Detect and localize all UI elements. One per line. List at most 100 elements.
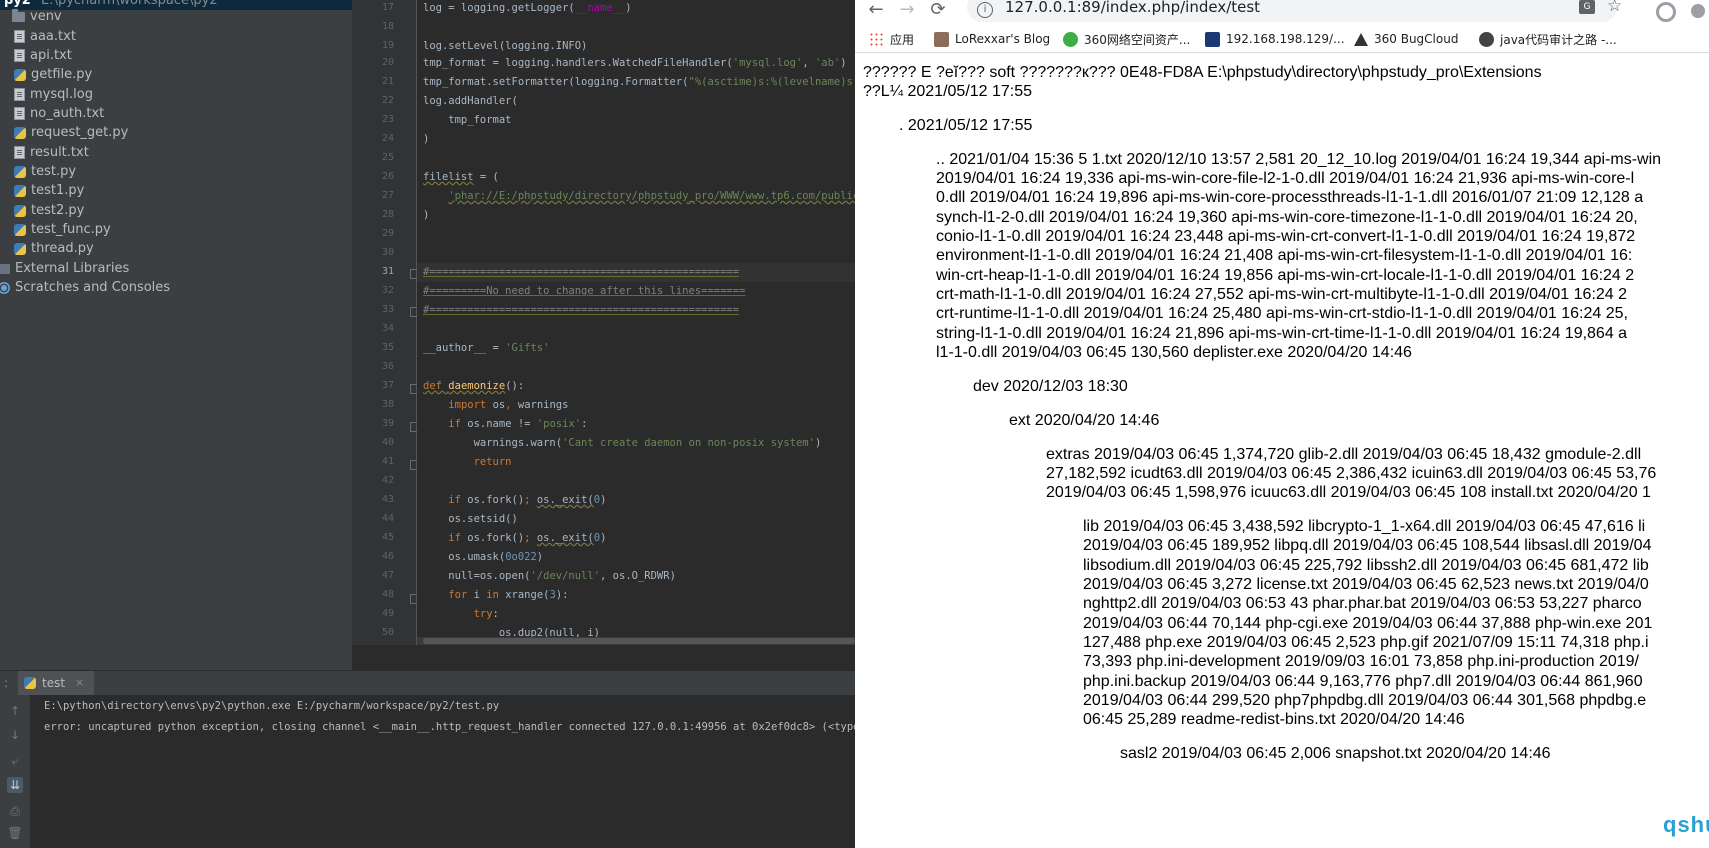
listing-line: crt-math-l1-1-0.dll 2019/04/01 16:24 27,… xyxy=(936,286,1628,303)
reload-icon[interactable]: ⟳ xyxy=(928,1,948,22)
line-number: 40 xyxy=(381,437,394,448)
listing-line: win-crt-heap-l1-1-0.dll 2019/04/01 16:24… xyxy=(936,267,1635,284)
code-line-20: tmp_format = logging.handlers.WatchedFil… xyxy=(423,57,847,69)
text-file-icon xyxy=(14,88,25,101)
code-editor[interactable]: log = logging.getLogger(__name__) log.se… xyxy=(417,0,855,645)
code-line-27: 'phar://E:/phpstudy/directory/phpstudy_p… xyxy=(448,190,855,202)
profile-avatar[interactable] xyxy=(1691,4,1705,18)
line-number: 23 xyxy=(381,114,394,125)
scroll-down-icon[interactable]: ↓ xyxy=(7,727,23,743)
bookmark-java-audit[interactable]: java代码审计之路 -... xyxy=(1479,30,1617,48)
trash-icon[interactable]: 🗑 xyxy=(7,825,23,841)
line-number: 19 xyxy=(381,40,394,51)
line-number: 37 xyxy=(381,380,394,391)
bookmark-star-icon[interactable]: ☆ xyxy=(1607,0,1622,16)
tree-item-label: test.py xyxy=(31,164,77,179)
tree-item-api-txt[interactable]: api.txt xyxy=(14,45,72,66)
line-number: 21 xyxy=(381,76,394,87)
bookmark-apps[interactable]: 应用 xyxy=(869,30,914,48)
scrollbar-thumb[interactable] xyxy=(423,638,855,644)
tree-item-result-txt[interactable]: result.txt xyxy=(14,142,89,163)
tree-item-label: test_func.py xyxy=(31,222,111,237)
code-line-32: #=========No need to change after this l… xyxy=(423,285,746,297)
code-line-35: __author__ = 'Gifts' xyxy=(423,342,550,354)
line-number: 42 xyxy=(381,475,394,486)
console-line: error: uncaptured python exception, clos… xyxy=(44,721,898,733)
listing-line: libsodium.dll 2019/04/03 06:45 225,792 l… xyxy=(1083,557,1649,574)
tree-item-scratches[interactable]: Scratches and Consoles xyxy=(0,277,170,298)
python-run-icon xyxy=(24,677,36,689)
tree-item-mysql-log[interactable]: mysql.log xyxy=(14,84,93,105)
address-bar[interactable]: i 127.0.0.1:89/index.php/index/test G ☆ xyxy=(967,0,1622,22)
soft-wrap-icon[interactable]: ⤶ xyxy=(7,753,23,769)
bookmark-lorexxar[interactable]: LoRexxar's Blog xyxy=(934,30,1050,48)
line-number: 28 xyxy=(381,209,394,220)
forward-icon[interactable]: → xyxy=(897,1,917,22)
listing-line: ext 2020/04/20 14:46 xyxy=(1009,412,1160,429)
code-line-23: tmp_format xyxy=(423,114,512,126)
watermark: qshu1.com xyxy=(1663,812,1709,837)
tree-item-no-auth-txt[interactable]: no_auth.txt xyxy=(14,103,104,124)
listing-line: dev 2020/12/03 18:30 xyxy=(973,378,1128,395)
python-file-icon xyxy=(14,184,26,197)
line-number: 17 xyxy=(381,2,394,13)
blog-favicon-icon xyxy=(934,31,949,47)
pycharm-window: py2 E:\pycharm\workspace\py2 venv aaa.tx… xyxy=(0,0,897,848)
tree-item-label: test2.py xyxy=(31,203,85,218)
code-line-39: if os.name != 'posix': xyxy=(448,418,588,430)
tree-item-request-get-py[interactable]: request_get.py xyxy=(14,122,128,143)
browser-toolbar: ← → ⟳ i 127.0.0.1:89/index.php/index/tes… xyxy=(855,0,1709,26)
line-number: 47 xyxy=(381,570,394,581)
listing-line: 27,182,592 icudt63.dll 2019/04/03 06:45 … xyxy=(1046,465,1657,482)
editor-horizontal-scrollbar[interactable] xyxy=(417,637,855,645)
listing-line: nghttp2.dll 2019/04/03 06:53 43 phar.pha… xyxy=(1083,595,1642,612)
code-line-31: #=======================================… xyxy=(423,266,740,278)
code-line-48: for i in xrange(3): xyxy=(448,589,569,601)
run-console[interactable]: E:\python\directory\envs\py2\python.exe … xyxy=(30,695,897,848)
code-line-43: if os.fork(); os._exit(0) xyxy=(448,494,607,506)
text-file-icon xyxy=(14,30,25,43)
bookmark-360-assets[interactable]: 360网络空间资产... xyxy=(1063,30,1190,48)
tree-item-aaa-txt[interactable]: aaa.txt xyxy=(14,26,76,47)
bookmark-ip[interactable]: 192.168.198.129/... xyxy=(1205,30,1345,48)
tree-item-test1-py[interactable]: test1.py xyxy=(14,180,84,201)
translate-icon[interactable]: G xyxy=(1579,0,1595,14)
listing-line: 2019/04/03 06:45 1,598,976 icuuc63.dll 2… xyxy=(1046,484,1651,501)
listing-line: ??L¼ 2021/05/12 17:55 xyxy=(863,83,1033,100)
tree-item-thread-py[interactable]: thread.py xyxy=(14,238,94,259)
apps-grid-icon xyxy=(869,31,884,47)
tree-item-getfile-py[interactable]: getfile.py xyxy=(14,64,92,85)
listing-line: l1-1-0.dll 2019/04/03 06:45 130,560 depl… xyxy=(936,344,1412,361)
tree-item-test-func-py[interactable]: test_func.py xyxy=(14,219,111,240)
close-icon[interactable]: × xyxy=(75,671,84,695)
python-file-icon xyxy=(14,165,26,178)
back-icon[interactable]: ← xyxy=(866,1,886,22)
scratches-icon xyxy=(0,281,10,294)
tab-run-test[interactable]: : test × xyxy=(4,671,95,695)
line-number: 24 xyxy=(381,133,394,144)
tree-item-external-libraries[interactable]: External Libraries xyxy=(0,258,129,279)
scroll-up-icon[interactable]: ↑ xyxy=(7,703,23,719)
listing-line: ?????? E ?eĭ??? soft ???????к??? 0E48-FD… xyxy=(863,64,1542,81)
line-number: 45 xyxy=(381,532,394,543)
listing-line: 127,488 php.exe 2019/04/03 06:45 2,523 p… xyxy=(1083,634,1649,651)
tree-item-label: mysql.log xyxy=(30,87,93,102)
run-tab-label: test xyxy=(42,676,66,690)
line-number: 36 xyxy=(381,361,394,372)
site-favicon-icon xyxy=(1205,31,1220,47)
tree-item-test-py[interactable]: test.py xyxy=(14,161,76,182)
listing-line: conio-l1-1-0.dll 2019/04/01 16:24 23,448… xyxy=(936,228,1636,245)
site-info-icon[interactable]: i xyxy=(977,2,993,18)
url-text[interactable]: 127.0.0.1:89/index.php/index/test xyxy=(1005,0,1260,16)
code-line-33: #=======================================… xyxy=(423,304,740,316)
code-line-38: import os, warnings xyxy=(448,399,569,411)
bookmark-bugcloud[interactable]: 360 BugCloud xyxy=(1354,30,1458,48)
extension-icon[interactable] xyxy=(1656,2,1676,22)
tree-item-test2-py[interactable]: test2.py xyxy=(14,200,84,221)
scroll-to-end-icon[interactable]: ⇊ xyxy=(7,777,23,793)
line-number: 34 xyxy=(381,323,394,334)
code-line-17: log = logging.getLogger(__name__) xyxy=(423,2,632,14)
run-label: : xyxy=(4,676,9,690)
print-icon[interactable]: ⎙ xyxy=(7,803,23,819)
tree-item-venv[interactable]: venv xyxy=(12,6,62,27)
